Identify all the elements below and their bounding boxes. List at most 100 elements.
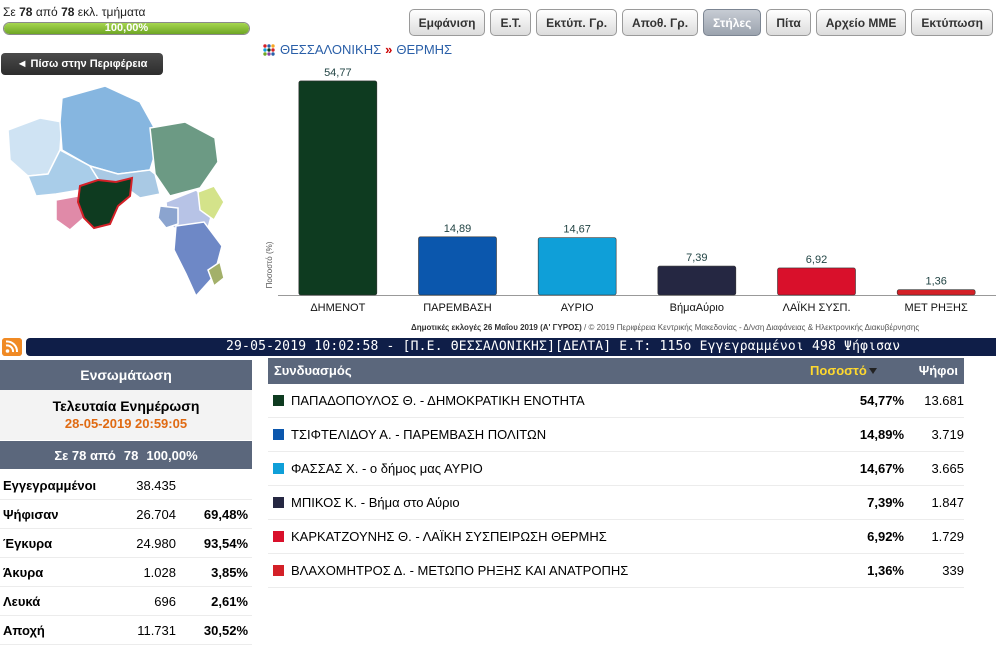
stat-row: Εγγεγραμμένοι 38.435 <box>0 471 252 500</box>
results-table-header: Συνδυασμός Ποσοστό Ψήφοι <box>268 358 964 384</box>
bar-value-label: 6,92 <box>806 254 827 266</box>
breadcrumb-separator: » <box>385 42 393 57</box>
toolbar-button-4[interactable]: Στήλες <box>703 9 762 36</box>
toolbar-button-6[interactable]: Αρχείο ΜΜΕ <box>815 9 907 36</box>
party-color-swatch <box>273 463 284 474</box>
rss-icon[interactable] <box>2 338 22 356</box>
col-percent[interactable]: Ποσοστό <box>810 363 877 378</box>
bar-value-label: 54,77 <box>324 67 352 79</box>
stat-label: Εγγεγραμμένοι <box>3 477 97 493</box>
party-color-swatch <box>273 395 284 406</box>
stat-row: Άκυρα 1.028 3,85% <box>0 558 252 587</box>
progress-percent: 100,00% <box>104 22 149 34</box>
category-tick-label: ΜΕΤ ΡΗΞΗΣ <box>905 302 968 314</box>
last-update-time: 28-05-2019 20:59:05 <box>64 416 188 431</box>
toolbar-button-1[interactable]: Ε.Τ. <box>490 9 532 36</box>
party-name: ΤΣΙΦΤΕΛΙΔΟΥ Α. - ΠΑΡΕΜΒΑΣΗ ΠΟΛΙΤΩΝ <box>291 427 547 442</box>
stat-value: 38.435 <box>136 477 176 493</box>
stat-row: Λευκά 696 2,61% <box>0 587 252 616</box>
party-votes: 339 <box>942 563 964 578</box>
bar[interactable] <box>418 236 497 296</box>
party-percent: 14,67% <box>859 461 904 476</box>
category-tick-label: ΑΥΡΙΟ <box>561 302 594 314</box>
party-color-swatch <box>273 497 284 508</box>
sections-count: Σε 78 από 78 100,00% <box>0 441 252 469</box>
stat-row: Έγκυρα 24.980 93,54% <box>0 529 252 558</box>
bar-value-label: 14,67 <box>563 224 591 236</box>
party-percent: 1,36% <box>867 563 904 578</box>
table-row[interactable]: ΤΣΙΦΤΕΛΙΔΟΥ Α. - ΠΑΡΕΜΒΑΣΗ ΠΟΛΙΤΩΝ 14,89%… <box>268 418 964 452</box>
table-row[interactable]: ΜΠΙΚΟΣ Κ. - Βήμα στο Αύριο 7,39% 1.847 <box>268 486 964 520</box>
category-tick-label: ΒήμαΑύριο <box>670 302 724 314</box>
stat-percent: 30,52% <box>203 622 248 638</box>
stat-value: 24.980 <box>136 535 176 551</box>
map-area-slate[interactable] <box>157 205 179 229</box>
party-votes: 3.719 <box>931 427 964 442</box>
col-combination[interactable]: Συνδυασμός <box>274 363 352 378</box>
y-axis-label: Ποσοστό (%) <box>265 241 274 288</box>
stat-percent: 93,54% <box>203 535 248 551</box>
dots-grid-icon <box>263 43 275 56</box>
party-color-swatch <box>273 429 284 440</box>
stat-row: Ψήφισαν 26.704 69,48% <box>0 500 252 529</box>
stat-label: Ψήφισαν <box>3 506 59 522</box>
col-votes[interactable]: Ψήφοι <box>919 363 958 378</box>
stat-label: Αποχή <box>3 622 45 638</box>
stat-label: Λευκά <box>3 593 41 609</box>
region-map[interactable] <box>0 78 250 333</box>
category-tick-label: ΔΗΜΕΝΟΤ <box>310 302 365 314</box>
back-to-region-button[interactable]: ◄ Πίσω στην Περιφέρεια <box>1 53 163 75</box>
bar-value-label: 1,36 <box>925 276 946 288</box>
party-votes: 13.681 <box>924 393 964 408</box>
bar[interactable] <box>298 80 378 296</box>
party-name: ΚΑΡΚΑΤΖΟΥΝΗΣ Θ. - ΛΑΪΚΗ ΣΥΣΠΕΙΡΩΣΗ ΘΕΡΜΗ… <box>291 529 607 544</box>
party-color-swatch <box>273 531 284 542</box>
table-row[interactable]: ΦΑΣΣΑΣ Χ. - ο δήμος μας ΑΥΡΙΟ 14,67% 3.665 <box>268 452 964 486</box>
toolbar-button-7[interactable]: Εκτύπωση <box>911 9 993 36</box>
stat-row: Αποχή 11.731 30,52% <box>0 616 252 645</box>
chart-footer: Δημοτικές εκλογές 26 Μαΐου 2019 (Α' ΓΥΡΟ… <box>411 323 920 332</box>
category-tick-label: ΛΑΪΚΗ ΣΥΣΠ. <box>782 302 850 314</box>
news-ticker: 29-05-2019 10:02:58 - [Π.Ε. ΘΕΣΣΑΛΟΝΙΚΗΣ… <box>26 338 996 356</box>
party-name: ΦΑΣΣΑΣ Χ. - ο δήμος μας ΑΥΡΙΟ <box>291 461 483 476</box>
party-votes: 3.665 <box>931 461 964 476</box>
party-name: ΜΠΙΚΟΣ Κ. - Βήμα στο Αύριο <box>291 495 460 510</box>
breadcrumb-region[interactable]: ΘΕΣΣΑΛΟΝΙΚΗΣ <box>280 42 381 57</box>
table-row[interactable]: ΠΑΠΑΔΟΠΟΥΛΟΣ Θ. - ΔΗΜΟΚΡΑΤΙΚΗ ΕΝΟΤΗΤΑ 54,… <box>268 384 964 418</box>
table-row[interactable]: ΚΑΡΚΑΤΖΟΥΝΗΣ Θ. - ΛΑΪΚΗ ΣΥΣΠΕΙΡΩΣΗ ΘΕΡΜΗ… <box>268 520 964 554</box>
party-votes: 1.847 <box>931 495 964 510</box>
party-percent: 6,92% <box>867 529 904 544</box>
stat-percent: 3,85% <box>211 564 248 580</box>
party-color-swatch <box>273 565 284 576</box>
table-row[interactable]: ΒΛΑΧΟΜΗΤΡΟΣ Δ. - ΜΕΤΩΠΟ ΡΗΞΗΣ ΚΑΙ ΑΝΑΤΡΟ… <box>268 554 964 588</box>
integration-title: Ενσωμάτωση <box>0 360 252 390</box>
breadcrumb-municipality: ΘΕΡΜΗΣ <box>396 42 453 57</box>
stat-value: 11.731 <box>137 622 176 638</box>
party-name: ΠΑΠΑΔΟΠΟΥΛΟΣ Θ. - ΔΗΜΟΚΡΑΤΙΚΗ ΕΝΟΤΗΤΑ <box>291 393 585 408</box>
map-area-north-east[interactable] <box>149 121 219 197</box>
toolbar-button-0[interactable]: Εμφάνιση <box>408 9 486 36</box>
category-tick-label: ΠΑΡΕΜΒΑΣΗ <box>423 302 492 314</box>
bar-value-label: 7,39 <box>686 252 707 264</box>
toolbar-button-2[interactable]: Εκτύπ. Γρ. <box>536 9 618 36</box>
bar-value-label: 14,89 <box>444 223 472 235</box>
stat-percent: 2,61% <box>211 593 248 609</box>
toolbar-button-3[interactable]: Αποθ. Γρ. <box>622 9 699 36</box>
bar[interactable] <box>777 267 856 296</box>
party-votes: 1.729 <box>931 529 964 544</box>
stats-table: Εγγεγραμμένοι 38.435 Ψήφισαν 26.704 69,48% Έγ… <box>0 471 252 645</box>
toolbar-button-5[interactable]: Πίτα <box>766 9 811 36</box>
bar[interactable] <box>896 289 976 296</box>
map-area-thermi-selected[interactable] <box>76 176 134 230</box>
results-bar-chart: Ποσοστό (%) 54,77 ΔΗΜΕΝΟΤ 14,89 ΠΑΡΕΜΒΑΣΗ 14,… <box>265 67 996 314</box>
party-percent: 7,39% <box>867 495 904 510</box>
toolbar: Εμφάνιση Ε.Τ. Εκτύπ. Γρ. Αποθ. Γρ. Στήλες Πίτ… <box>408 9 993 36</box>
stat-label: Έγκυρα <box>3 535 53 551</box>
progress-bar: 100,00% <box>3 22 250 35</box>
bar[interactable] <box>537 237 617 296</box>
ticker-text: 29-05-2019 10:02:58 - [Π.Ε. ΘΕΣΣΑΛΟΝΙΚΗΣ… <box>226 339 901 354</box>
stat-value: 1.028 <box>143 564 176 580</box>
bar[interactable] <box>657 265 737 296</box>
party-name: ΒΛΑΧΟΜΗΤΡΟΣ Δ. - ΜΕΤΩΠΟ ΡΗΞΗΣ ΚΑΙ ΑΝΑΤΡΟ… <box>291 563 629 578</box>
party-percent: 14,89% <box>859 427 904 442</box>
